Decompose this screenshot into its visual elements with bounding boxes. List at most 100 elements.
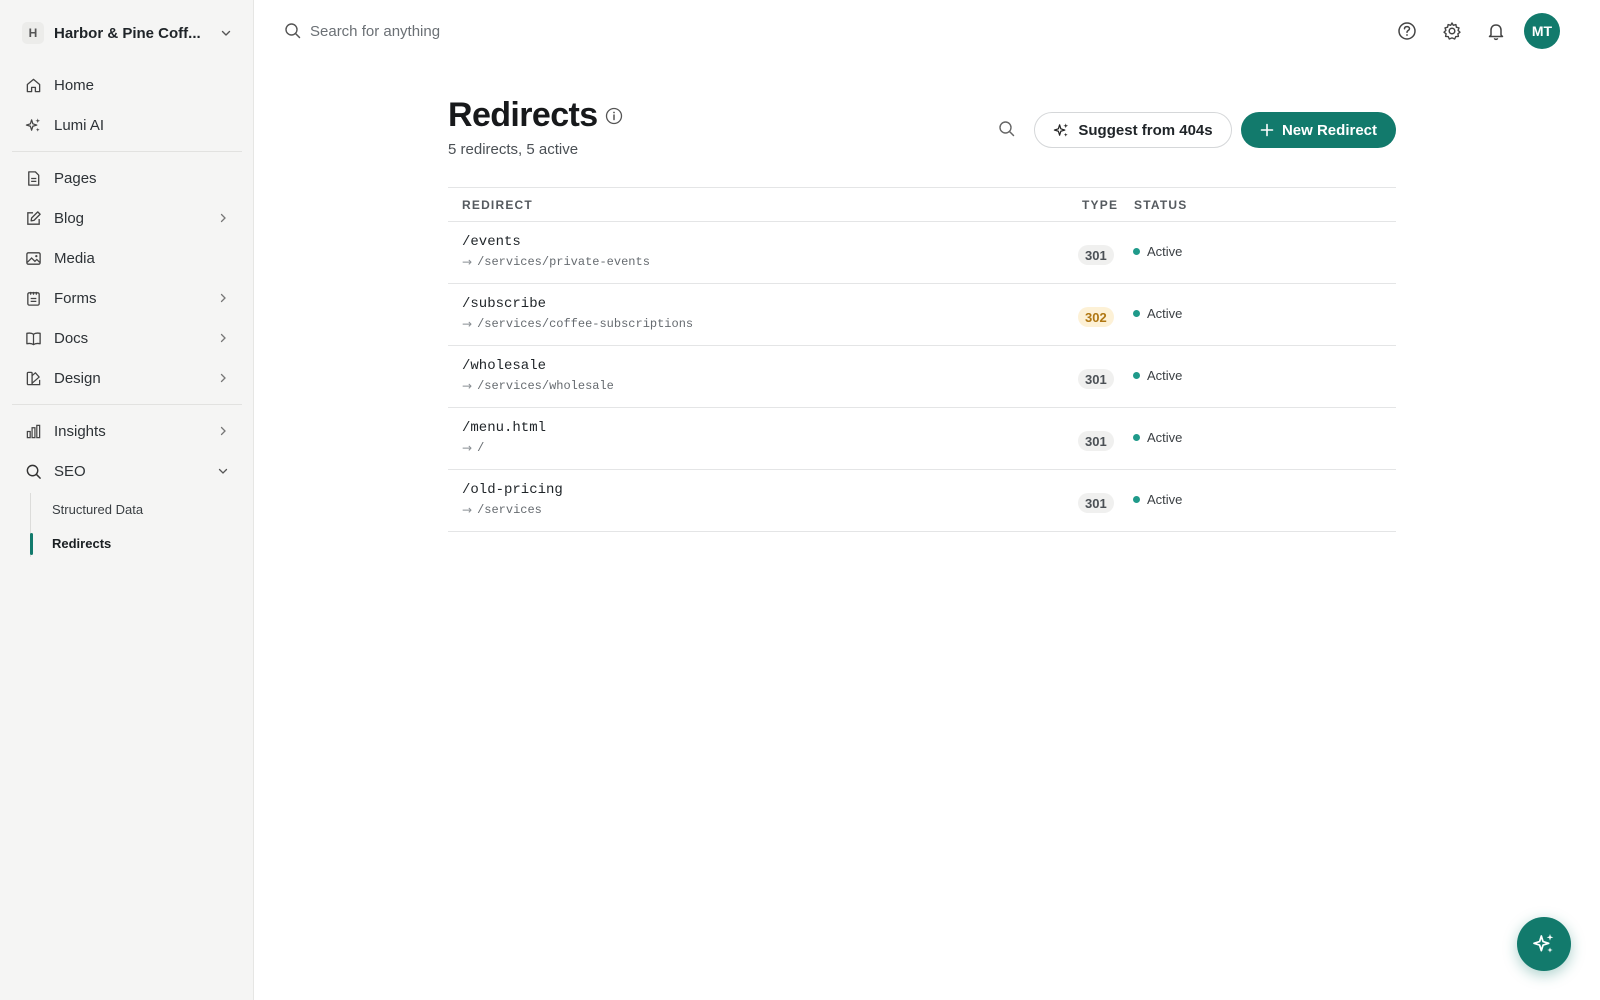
new-redirect-button[interactable]: New Redirect <box>1241 112 1396 148</box>
sparkle-icon <box>1053 122 1070 139</box>
table-row[interactable]: /menu.html →/ 301 Active <box>448 408 1396 470</box>
sidebar-item-structured-data[interactable]: Structured Data <box>30 492 242 526</box>
redirect-source: /old-pricing <box>462 482 563 498</box>
status-badge: Active <box>1133 368 1182 383</box>
type-badge: 301 <box>1078 369 1114 389</box>
search-icon[interactable] <box>996 118 1018 140</box>
status-label: Active <box>1147 368 1183 383</box>
column-header-status: STATUS <box>1134 198 1188 212</box>
bar-chart-icon <box>24 422 42 440</box>
sidebar-item-blog[interactable]: Blog <box>12 200 242 236</box>
edit-icon <box>24 209 42 227</box>
status-label: Active <box>1147 492 1183 507</box>
status-dot-icon <box>1133 496 1140 503</box>
page-header: Redirects 5 redirects, 5 active Suggest … <box>448 90 1396 158</box>
chevron-right-icon <box>216 371 230 385</box>
search-icon <box>24 462 42 480</box>
workspace-name: Harbor & Pine Coff... <box>54 24 201 42</box>
main-content: Redirects 5 redirects, 5 active Suggest … <box>448 90 1396 532</box>
redirects-table: REDIRECT TYPE STATUS /events →/services/… <box>448 187 1396 532</box>
destination-path: /services/wholesale <box>477 379 614 393</box>
redirect-destination: → /services/wholesale <box>462 379 614 393</box>
gear-icon[interactable] <box>1441 20 1463 42</box>
global-search-input[interactable] <box>310 16 710 46</box>
sidebar-item-home[interactable]: Home <box>12 67 242 103</box>
arrow-right-icon: → <box>462 441 473 455</box>
destination-path: /services <box>477 503 542 517</box>
page-title: Redirects <box>448 96 598 134</box>
table-header: REDIRECT TYPE STATUS <box>448 187 1396 222</box>
search-icon <box>284 22 302 45</box>
suggest-from-404s-button[interactable]: Suggest from 404s <box>1034 112 1232 148</box>
column-header-type: TYPE <box>1082 198 1119 212</box>
sidebar-item-redirects[interactable]: Redirects <box>30 526 242 560</box>
table-row[interactable]: /events → /services/private-events 301 Ac… <box>448 222 1396 284</box>
sidebar-item-label: Forms <box>54 289 97 307</box>
arrow-right-icon: → <box>462 255 473 269</box>
sidebar-item-lumi-ai[interactable]: Lumi AI <box>12 107 242 143</box>
sidebar-item-label: Docs <box>54 329 89 347</box>
table-row[interactable]: /old-pricing → /services 301 Active <box>448 470 1396 532</box>
status-badge: Active <box>1133 244 1182 259</box>
arrow-right-icon: → <box>462 317 473 331</box>
design-icon <box>24 369 42 387</box>
sidebar-item-forms[interactable]: Forms <box>12 280 242 316</box>
status-dot-icon <box>1133 248 1140 255</box>
bell-icon[interactable] <box>1485 20 1507 42</box>
sidebar-item-pages[interactable]: Pages <box>12 160 242 196</box>
seo-subnav: Structured Data Redirects <box>30 492 242 560</box>
sidebar-item-label: Media <box>54 249 95 267</box>
status-badge: Active <box>1133 306 1182 321</box>
status-label: Active <box>1147 306 1183 321</box>
workspace-badge: H <box>22 22 44 44</box>
sidebar-item-seo[interactable]: SEO <box>12 453 242 489</box>
sidebar-item-insights[interactable]: Insights <box>12 413 242 449</box>
sidebar-item-label: Blog <box>54 209 85 227</box>
chevron-right-icon <box>216 291 230 305</box>
ai-assistant-button[interactable] <box>1517 917 1571 971</box>
sidebar-item-label: Home <box>54 76 95 94</box>
help-icon[interactable] <box>1396 20 1418 42</box>
sparkle-icon <box>1532 932 1556 956</box>
user-avatar[interactable]: MT <box>1524 13 1560 49</box>
column-header-redirect: REDIRECT <box>462 198 533 212</box>
redirect-source: /menu.html <box>462 420 547 436</box>
redirect-destination: → / <box>462 441 484 455</box>
workspace-switcher[interactable]: H Harbor & Pine Coff... <box>12 16 242 50</box>
info-icon[interactable] <box>605 107 623 125</box>
chevron-right-icon <box>216 424 230 438</box>
redirect-destination: → /services/private-events <box>462 255 650 269</box>
sidebar-divider <box>12 404 242 405</box>
sparkle-icon <box>24 116 42 134</box>
sidebar: H Harbor & Pine Coff... Home Lumi AI Pag… <box>0 0 254 1000</box>
arrow-right-icon: → <box>462 379 473 393</box>
chevron-down-icon <box>216 464 230 478</box>
sidebar-nav: Home Lumi AI Pages Blog Media Forms Docs… <box>12 67 242 493</box>
page-icon <box>24 169 42 187</box>
sidebar-item-media[interactable]: Media <box>12 240 242 276</box>
home-icon <box>24 76 42 94</box>
forms-icon <box>24 289 42 307</box>
sidebar-divider <box>12 151 242 152</box>
status-badge: Active <box>1133 492 1182 507</box>
page-subtitle: 5 redirects, 5 active <box>448 141 579 158</box>
table-row[interactable]: /wholesale → /services/wholesale 301 Acti… <box>448 346 1396 408</box>
status-dot-icon <box>1133 310 1140 317</box>
suggest-label: Suggest from 404s <box>1078 121 1213 139</box>
sidebar-item-label: Redirects <box>52 535 112 551</box>
type-badge: 301 <box>1078 493 1114 513</box>
table-row[interactable]: /subscribe → /services/coffee-subscriptio… <box>448 284 1396 346</box>
destination-path: / <box>477 441 485 455</box>
chevron-down-icon <box>220 27 232 39</box>
redirect-source: /subscribe <box>462 296 547 312</box>
sidebar-item-label: SEO <box>54 462 86 480</box>
type-badge: 301 <box>1078 431 1114 451</box>
status-dot-icon <box>1133 434 1140 441</box>
sidebar-item-design[interactable]: Design <box>12 360 242 396</box>
sidebar-item-docs[interactable]: Docs <box>12 320 242 356</box>
plus-icon <box>1260 123 1274 137</box>
new-redirect-label: New Redirect <box>1281 121 1378 139</box>
redirect-source: /wholesale <box>462 358 547 374</box>
destination-path: /services/private-events <box>477 255 650 269</box>
sidebar-item-label: Insights <box>54 422 106 440</box>
